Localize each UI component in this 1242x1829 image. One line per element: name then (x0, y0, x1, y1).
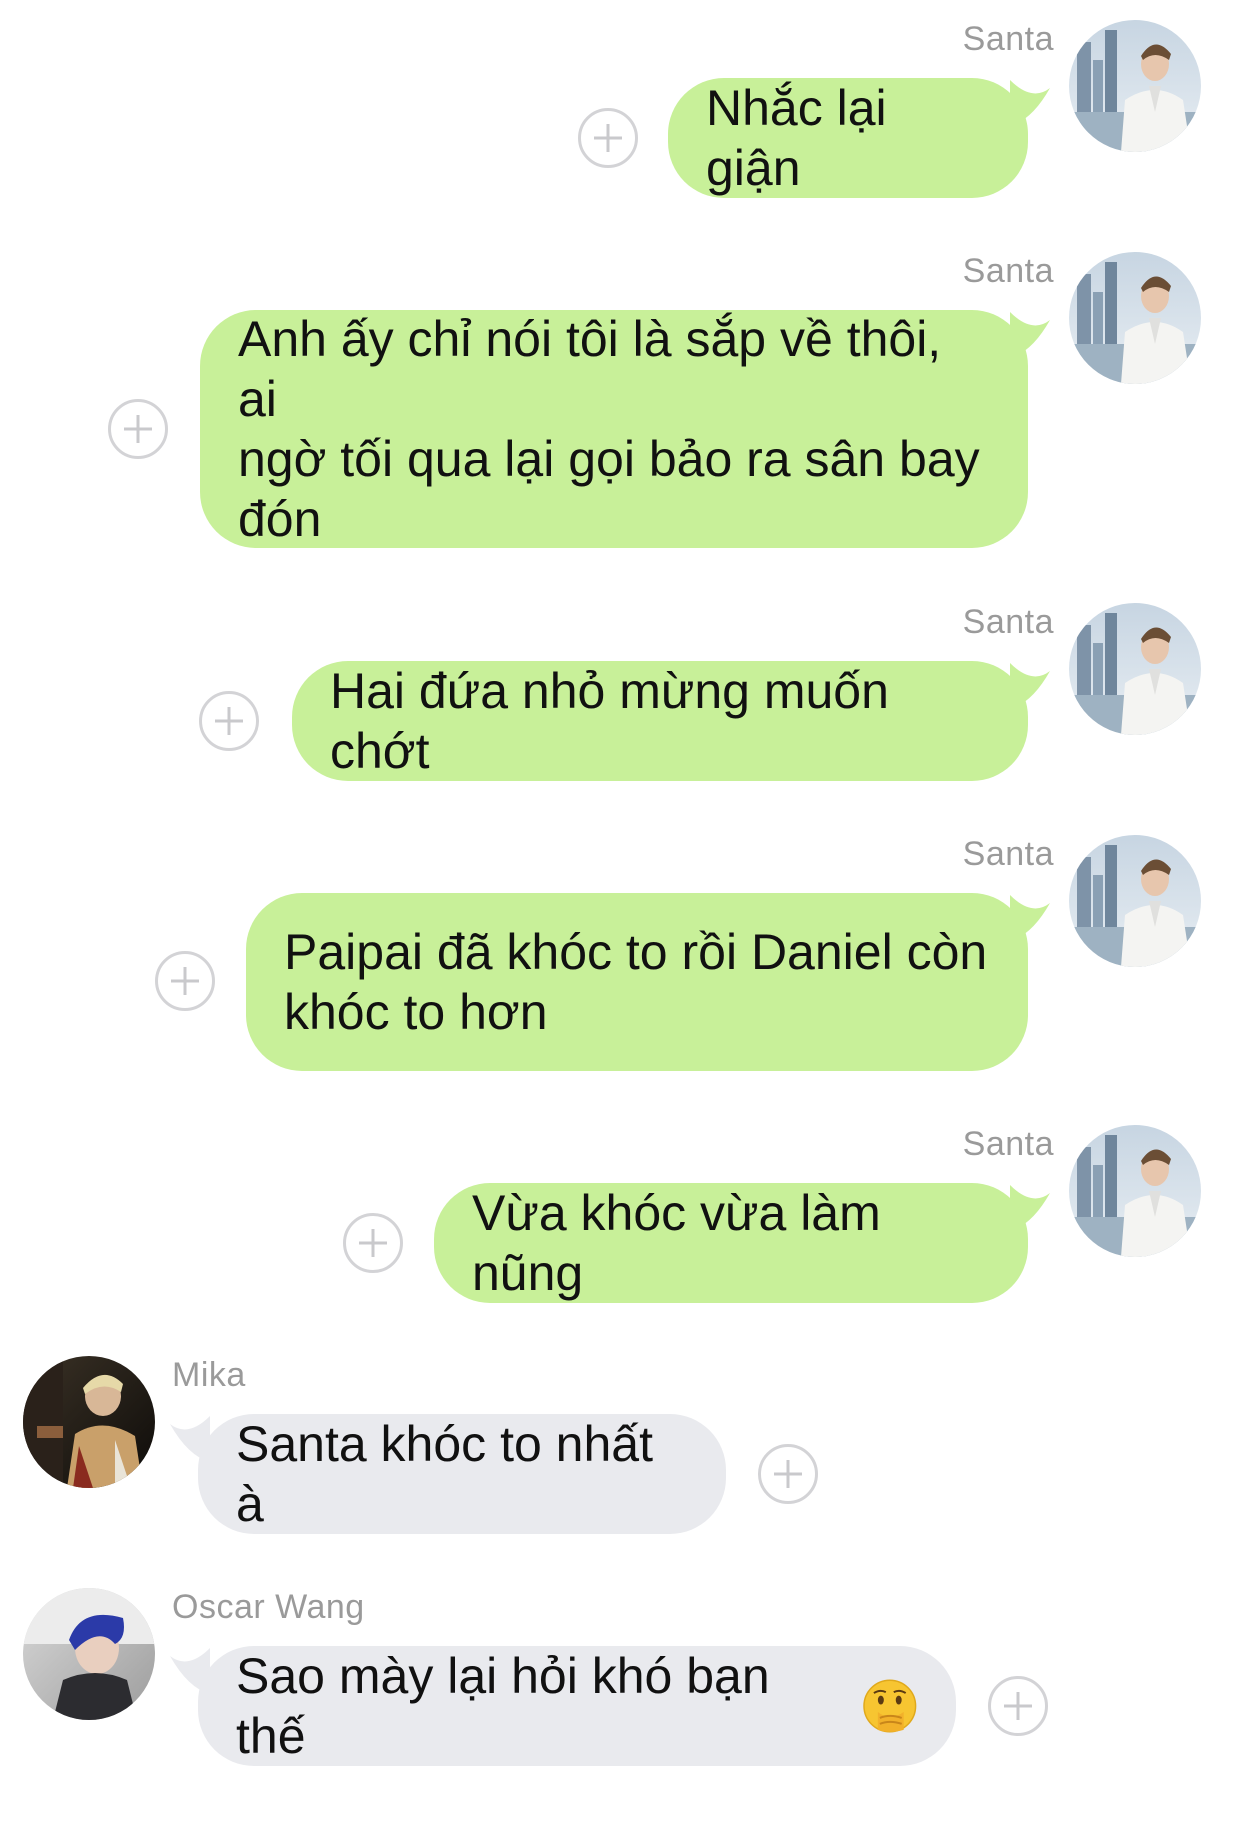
sender-name: Santa (962, 20, 1054, 58)
avatar-santa[interactable] (1069, 20, 1201, 152)
sender-name: Santa (962, 835, 1054, 873)
message-text: Nhắc lại giận (706, 80, 901, 196)
message-bubble[interactable]: Anh ấy chỉ nói tôi là sắp về thôi, ai ng… (200, 310, 1028, 548)
message-text: Vừa khóc vừa làm nũng (472, 1185, 895, 1301)
sender-name: Santa (962, 252, 1054, 290)
plus-circle-icon[interactable] (199, 691, 259, 751)
plus-circle-icon[interactable] (108, 399, 168, 459)
message-bubble[interactable]: Sao mày lại hỏi khó bạn thế (198, 1646, 956, 1766)
avatar-santa[interactable] (1069, 1125, 1201, 1257)
plus-circle-icon[interactable] (578, 108, 638, 168)
message-bubble[interactable]: Hai đứa nhỏ mừng muốn chớt (292, 661, 1028, 781)
plus-circle-icon[interactable] (155, 951, 215, 1011)
plus-circle-icon[interactable] (758, 1444, 818, 1504)
avatar-santa[interactable] (1069, 603, 1201, 735)
sender-name: Oscar Wang (172, 1588, 365, 1626)
plus-circle-icon[interactable] (988, 1676, 1048, 1736)
sender-name: Mika (172, 1356, 246, 1394)
plus-circle-icon[interactable] (343, 1213, 403, 1273)
message-text: Hai đứa nhỏ mừng muốn chớt (330, 663, 903, 779)
message-text: Santa khóc to nhất à (236, 1416, 667, 1532)
message-text: Sao mày lại hỏi khó bạn thế (236, 1648, 784, 1764)
shushing-face-emoji (863, 1679, 917, 1733)
message-text: Paipai đã khóc to rồi Daniel còn khóc to… (284, 924, 988, 1040)
sender-name: Santa (962, 603, 1054, 641)
avatar-santa[interactable] (1069, 835, 1201, 967)
avatar-oscar-wang[interactable] (23, 1588, 155, 1720)
message-bubble[interactable]: Vừa khóc vừa làm nũng (434, 1183, 1028, 1303)
avatar-mika[interactable] (23, 1356, 155, 1488)
message-bubble[interactable]: Paipai đã khóc to rồi Daniel còn khóc to… (246, 893, 1028, 1071)
sender-name: Santa (962, 1125, 1054, 1163)
avatar-santa[interactable] (1069, 252, 1201, 384)
message-bubble[interactable]: Nhắc lại giận (668, 78, 1028, 198)
message-bubble[interactable]: Santa khóc to nhất à (198, 1414, 726, 1534)
message-text: Anh ấy chỉ nói tôi là sắp về thôi, ai ng… (238, 311, 980, 547)
